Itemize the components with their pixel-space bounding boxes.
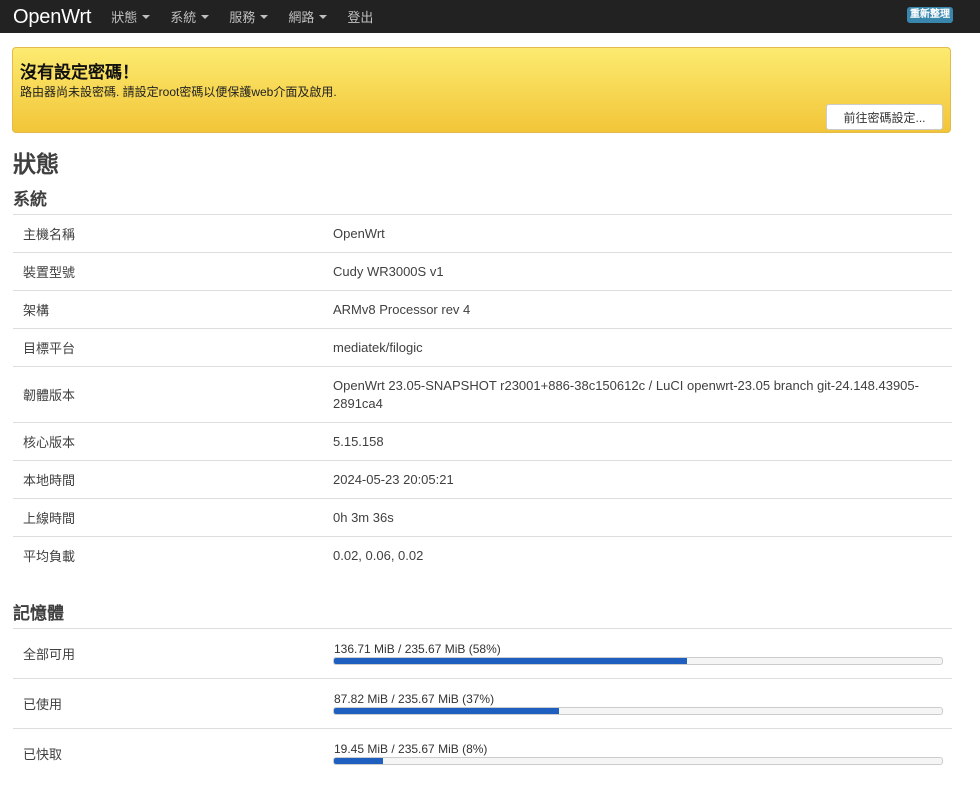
memory-progress: 19.45 MiB / 235.67 MiB (8%) [333, 741, 952, 765]
row-value: Cudy WR3000S v1 [333, 263, 444, 279]
progress-bar-fill [334, 757, 383, 764]
progress-bar [333, 756, 943, 765]
row-value: ARMv8 Processor rev 4 [333, 301, 471, 317]
progress-bar [333, 656, 943, 665]
row-label: 主機名稱 [23, 227, 76, 242]
alert-text: 路由器尚未設密碼. 請設定root密碼以便保護web介面及啟用. [20, 85, 337, 99]
row-label: 核心版本 [23, 435, 76, 450]
row-value: 2024-05-23 20:05:21 [333, 471, 454, 487]
chevron-down-icon [260, 15, 269, 19]
menu-status[interactable]: 狀態 [111, 7, 151, 26]
menu-status-label: 狀態 [111, 10, 138, 25]
menu-network[interactable]: 網路 [288, 7, 328, 26]
progress-bar-fill [334, 707, 559, 714]
brand-logo[interactable]: OpenWrt [13, 5, 91, 29]
table-row: 全部可用 136.71 MiB / 235.67 MiB (58%) [13, 628, 952, 678]
table-row: 核心版本 5.15.158 [13, 422, 952, 460]
row-label: 已使用 [23, 697, 63, 712]
no-password-alert: 沒有設定密碼！ 路由器尚未設密碼. 請設定root密碼以便保護web介面及啟用.… [12, 47, 951, 133]
memory-section-title: 記憶體 [13, 604, 64, 623]
top-navbar: OpenWrt 狀態 系統 服務 網路 登出 重新整理 [0, 0, 980, 33]
row-label: 目標平台 [23, 341, 76, 356]
menu-network-label: 網路 [288, 10, 315, 25]
progress-bar-fill [334, 657, 687, 664]
row-label: 本地時間 [23, 473, 76, 488]
table-row: 上線時間 0h 3m 36s [13, 498, 952, 536]
row-value: 0.02, 0.06, 0.02 [333, 547, 424, 563]
table-row: 平均負載 0.02, 0.06, 0.02 [13, 536, 952, 574]
table-row: 主機名稱 OpenWrt [13, 214, 952, 252]
system-table: 主機名稱 OpenWrt 裝置型號 Cudy WR3000S v1 架構 ARM… [13, 214, 952, 574]
row-value: 5.15.158 [333, 433, 384, 449]
menu-logout-label: 登出 [347, 10, 374, 25]
menu-services-label: 服務 [229, 10, 256, 25]
row-label: 已快取 [23, 747, 63, 762]
memory-progress-text: 19.45 MiB / 235.67 MiB (8%) [334, 741, 488, 756]
menu-system-label: 系統 [170, 10, 197, 25]
menu-logout[interactable]: 登出 [347, 7, 373, 26]
chevron-down-icon [201, 15, 210, 19]
row-label: 裝置型號 [23, 265, 76, 280]
memory-progress: 136.71 MiB / 235.67 MiB (58%) [333, 641, 952, 665]
system-section-title: 系統 [13, 190, 47, 209]
table-row: 已快取 19.45 MiB / 235.67 MiB (8%) [13, 728, 952, 778]
menu-services[interactable]: 服務 [229, 7, 269, 26]
memory-progress: 87.82 MiB / 235.67 MiB (37%) [333, 691, 952, 715]
chevron-down-icon [142, 15, 151, 19]
refresh-button[interactable]: 重新整理 [907, 7, 953, 23]
memory-table: 全部可用 136.71 MiB / 235.67 MiB (58%) 已使用 8… [13, 628, 952, 778]
menu-system[interactable]: 系統 [170, 7, 210, 26]
page-title: 狀態 [13, 151, 59, 177]
row-value: mediatek/filogic [333, 339, 423, 355]
table-row: 架構 ARMv8 Processor rev 4 [13, 290, 952, 328]
memory-progress-text: 136.71 MiB / 235.67 MiB (58%) [334, 641, 501, 656]
table-row: 本地時間 2024-05-23 20:05:21 [13, 460, 952, 498]
row-label: 韌體版本 [23, 388, 76, 403]
table-row: 已使用 87.82 MiB / 235.67 MiB (37%) [13, 678, 952, 728]
row-label: 架構 [23, 303, 50, 318]
table-row: 裝置型號 Cudy WR3000S v1 [13, 252, 952, 290]
row-label: 上線時間 [23, 511, 76, 526]
go-to-password-button[interactable]: 前往密碼設定... [826, 104, 943, 130]
row-value: OpenWrt 23.05-SNAPSHOT r23001+886-38c150… [333, 377, 919, 411]
chevron-down-icon [319, 15, 328, 19]
row-value: OpenWrt [333, 225, 385, 241]
table-row: 韌體版本 OpenWrt 23.05-SNAPSHOT r23001+886-3… [13, 366, 952, 422]
row-value: 0h 3m 36s [333, 509, 394, 525]
row-label: 全部可用 [23, 647, 76, 662]
memory-progress-text: 87.82 MiB / 235.67 MiB (37%) [334, 691, 495, 706]
row-label: 平均負載 [23, 549, 76, 564]
progress-bar [333, 706, 943, 715]
table-row: 目標平台 mediatek/filogic [13, 328, 952, 366]
alert-title: 沒有設定密碼！ [20, 63, 139, 82]
